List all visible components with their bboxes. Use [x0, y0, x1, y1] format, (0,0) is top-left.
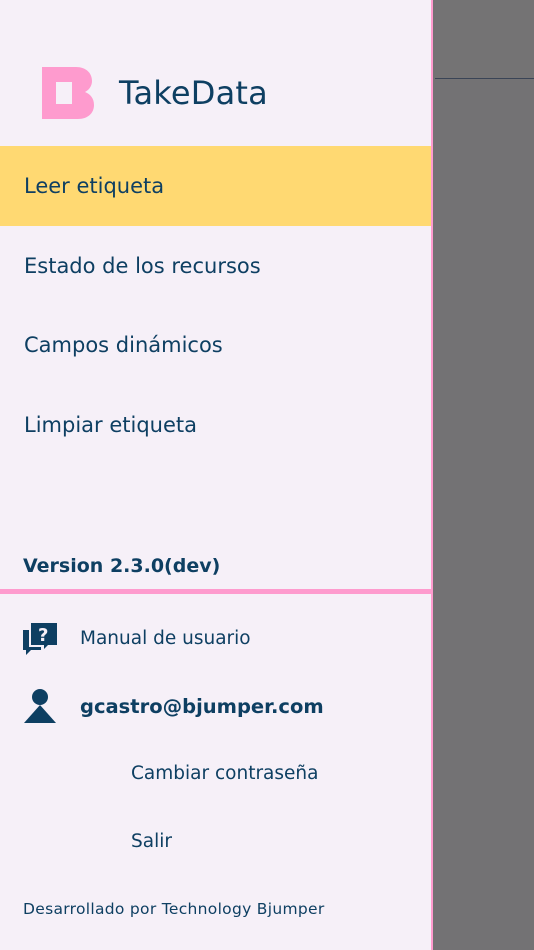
app-name: TakeData	[119, 74, 268, 112]
menu-item-label: Estado de los recursos	[24, 254, 261, 278]
menu-item-limpiar-etiqueta[interactable]: Limpiar etiqueta	[0, 385, 431, 465]
version-label: Version 2.3.0(dev)	[23, 555, 221, 577]
side-drawer: TakeData Leer etiqueta Estado de los rec…	[0, 0, 433, 950]
background-overlay[interactable]	[435, 0, 534, 950]
brand-logo-icon	[42, 67, 94, 119]
menu-item-label: Limpiar etiqueta	[24, 413, 197, 437]
menu-item-leer-etiqueta[interactable]: Leer etiqueta	[0, 146, 431, 226]
background-header	[435, 0, 534, 79]
app-logo: TakeData	[42, 67, 268, 119]
section-divider	[0, 589, 433, 594]
menu-item-label: Campos dinámicos	[24, 333, 223, 357]
question-chat-icon: ?	[22, 620, 58, 656]
menu-item-estado-recursos[interactable]: Estado de los recursos	[0, 226, 431, 306]
logout-link[interactable]: Salir	[131, 831, 172, 852]
user-icon	[22, 688, 58, 724]
change-password-link[interactable]: Cambiar contraseña	[131, 763, 318, 784]
user-email: gcastro@bjumper.com	[80, 694, 324, 718]
user-account: gcastro@bjumper.com	[22, 688, 324, 724]
user-manual-label: Manual de usuario	[80, 627, 251, 649]
svg-text:?: ?	[38, 625, 48, 646]
user-manual-link[interactable]: ? Manual de usuario	[22, 620, 251, 656]
footer-credit: Desarrollado por Technology Bjumper	[23, 900, 325, 918]
menu-item-label: Leer etiqueta	[24, 174, 165, 198]
menu-item-campos-dinamicos[interactable]: Campos dinámicos	[0, 305, 431, 385]
